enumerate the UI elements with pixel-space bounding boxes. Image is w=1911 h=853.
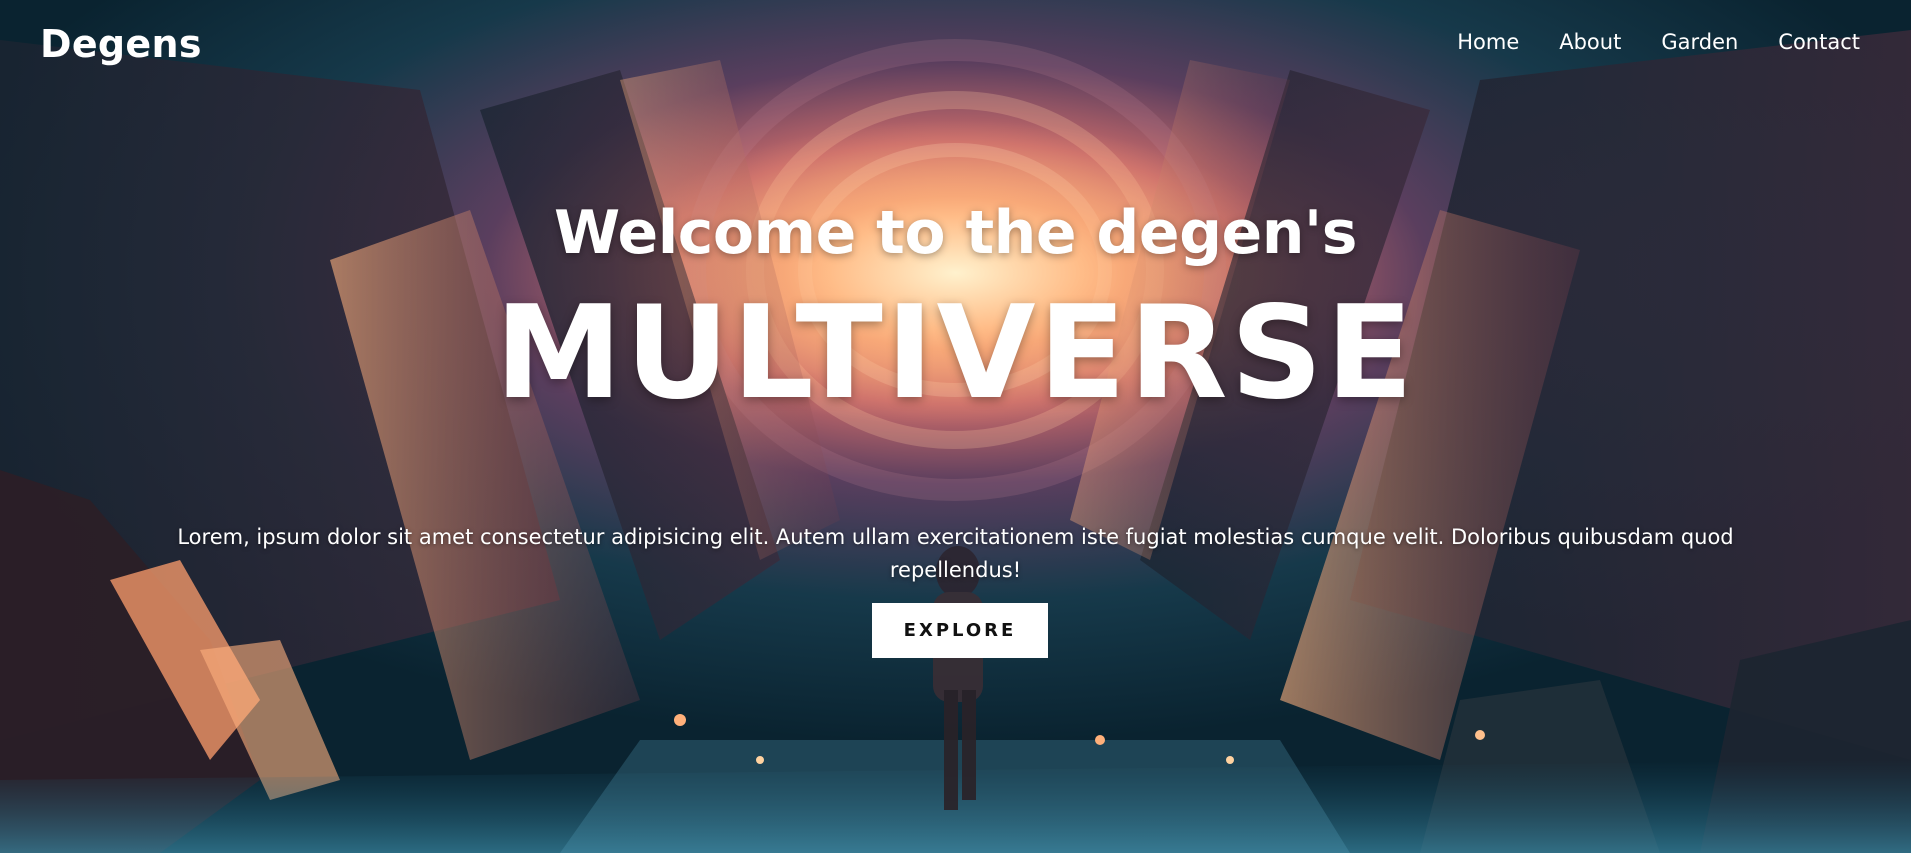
- nav-link-about[interactable]: About: [1559, 30, 1621, 54]
- navbar: Degens Home About Garden Contact: [0, 0, 1911, 90]
- nav-link-contact[interactable]: Contact: [1778, 30, 1860, 54]
- hero-content: Welcome to the degen's MULTIVERSE Lorem,…: [0, 0, 1911, 853]
- explore-button[interactable]: EXPLORE: [872, 603, 1048, 658]
- brand-logo[interactable]: Degens: [40, 22, 202, 66]
- nav-link-home[interactable]: Home: [1457, 30, 1519, 54]
- nav-menu: Home About Garden Contact: [1457, 30, 1860, 54]
- hero-welcome-heading: Welcome to the degen's: [553, 198, 1358, 268]
- hero-section: Degens Home About Garden Contact Welcome…: [0, 0, 1911, 853]
- hero-description: Lorem, ipsum dolor sit amet consectetur …: [177, 525, 1734, 582]
- nav-link-garden[interactable]: Garden: [1661, 30, 1738, 54]
- hero-headline: MULTIVERSE: [494, 279, 1417, 428]
